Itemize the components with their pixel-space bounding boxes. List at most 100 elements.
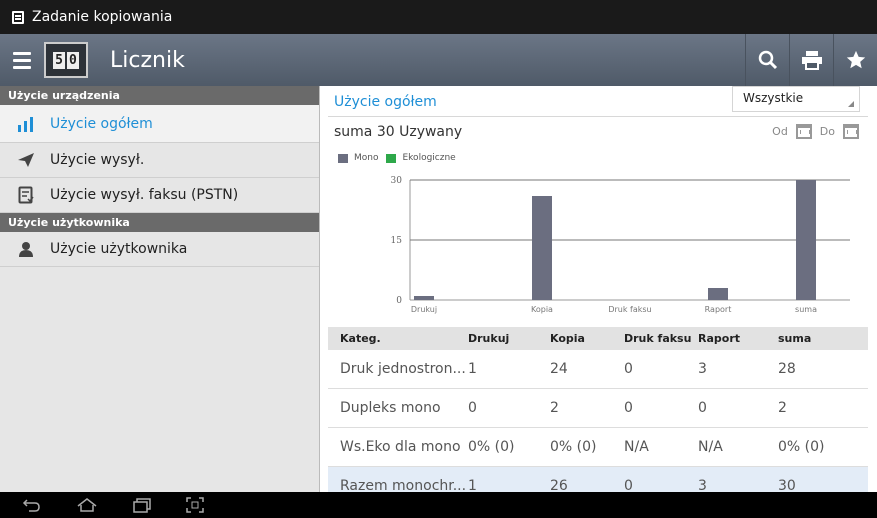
search-button[interactable] [745,34,789,86]
page-title: Użycie ogółem [334,94,437,110]
print-icon [801,51,822,70]
legend-label-mono: Mono [354,153,379,163]
home-icon[interactable] [76,497,98,513]
y-tick-label: 15 [391,236,403,246]
table-header: Kateg. Drukuj Kopia Druk faksu Raport su… [328,327,868,350]
print-button[interactable] [789,34,833,86]
table-row[interactable]: Druk jednostron... 1 24 0 3 28 [328,350,868,389]
recent-apps-icon[interactable] [132,497,152,513]
dropdown-caret-icon [848,101,854,107]
bar [796,180,816,300]
legend-label-eco: Ekologiczne [402,153,456,163]
sidebar-item-label: Użycie wysył. faksu (PSTN) [50,187,239,203]
bar [414,296,434,300]
table-cell: 0% (0) [468,439,515,455]
title-divider [328,116,868,117]
table-row[interactable]: Ws.Eko dla mono 0% (0) 0% (0) N/A N/A 0%… [328,428,868,467]
legend-swatch-mono [338,153,348,163]
column-header[interactable]: Druk faksu [620,332,698,345]
screenshot-icon[interactable] [186,497,204,513]
date-from-label: Od [772,125,788,138]
sidebar-item-fax-usage[interactable]: Użycie wysył. faksu (PSTN) [0,178,319,213]
bar-chart-icon [16,115,36,133]
column-header[interactable]: Kateg. [328,332,468,345]
y-tick-label: 0 [396,296,402,306]
calendar-icon[interactable] [843,124,859,139]
table-cell: 30 [778,478,796,492]
search-icon [758,50,777,70]
table-cell: Razem monochr... [340,478,467,492]
app-title: Licznik [110,47,185,73]
main-content: Użycie ogółem Wszystkie suma 30 Uzywany … [320,86,877,492]
sidebar-item-send-usage[interactable]: Użycie wysył. [0,143,319,178]
system-nav-bar [0,492,877,518]
column-header[interactable]: Kopia [542,332,620,345]
sidebar-section-header: Użycie użytkownika [0,213,319,232]
table-row[interactable]: Razem monochr... 1 26 0 3 30 [328,467,868,492]
sidebar-item-label: Użycie użytkownika [50,241,188,257]
table-cell: 0 [624,478,633,492]
logo-digit: 5 [53,51,65,69]
table-cell: 0% (0) [778,439,825,455]
chart-legend: Mono Ekologiczne [338,153,456,163]
usage-summary: suma 30 Uzywany [334,124,463,140]
table-cell: N/A [698,439,723,455]
app-bar: 5 0 Licznik [0,34,877,86]
table-cell: Ws.Eko dla mono [340,439,461,455]
sidebar-item-label: Użycie wysył. [50,152,145,168]
fax-icon [16,186,36,204]
x-tick-label: Drukuj [411,305,437,314]
date-to-label: Do [819,125,835,138]
x-tick-label: Kopia [531,305,553,314]
bar [532,196,552,300]
table-cell: 26 [550,478,568,492]
favorite-button[interactable] [833,34,877,86]
column-header[interactable]: Raport [698,332,778,345]
legend-swatch-eco [386,153,397,163]
table-cell: 0 [468,400,477,416]
user-icon [16,240,36,258]
table-cell: 1 [468,361,477,377]
usage-table: Kateg. Drukuj Kopia Druk faksu Raport su… [328,327,868,492]
sidebar-section-header: Użycie urządzenia [0,86,319,105]
table-cell: N/A [624,439,649,455]
x-tick-label: suma [795,305,817,314]
menu-icon[interactable] [0,34,44,86]
app-logo: 5 0 [44,42,88,78]
y-tick-label: 30 [391,176,403,186]
sidebar-item-user-usage[interactable]: Użycie użytkownika [0,232,319,267]
table-cell: 0 [624,361,633,377]
sidebar-item-total-usage[interactable]: Użycie ogółem [0,105,319,143]
sidebar: Użycie urządzenia Użycie ogółem Użycie w… [0,86,320,492]
table-cell: 0 [624,400,633,416]
date-range: Od Do [772,124,859,139]
star-icon [846,50,865,69]
sidebar-item-label: Użycie ogółem [50,115,153,132]
status-bar-title: Zadanie kopiowania [32,9,173,25]
table-cell: 1 [468,478,477,492]
filter-dropdown-value: Wszystkie [743,91,804,105]
send-icon [16,151,36,169]
column-header[interactable]: suma [778,332,868,345]
status-bar: Zadanie kopiowania [0,0,877,34]
back-icon[interactable] [22,497,42,513]
table-cell: 3 [698,361,707,377]
logo-digit: 0 [67,51,79,69]
calendar-icon[interactable] [795,124,812,139]
x-tick-label: Raport [705,305,732,314]
table-cell: 0 [698,400,707,416]
table-cell: 28 [778,361,796,377]
table-cell: 24 [550,361,568,377]
table-cell: 3 [698,478,707,492]
column-header[interactable]: Drukuj [468,332,542,345]
usage-bar-chart: 0 15 30 Drukuj Kopia Druk faksu Raport suma [391,176,850,314]
table-cell: 2 [778,400,787,416]
table-cell: 2 [550,400,559,416]
filter-dropdown[interactable]: Wszystkie [732,86,860,112]
table-cell: Dupleks mono [340,400,441,416]
table-cell: Druk jednostron... [340,361,466,377]
document-icon [12,10,24,24]
x-tick-label: Druk faksu [608,305,651,314]
table-cell: 0% (0) [550,439,597,455]
table-row[interactable]: Dupleks mono 0 2 0 0 2 [328,389,868,428]
